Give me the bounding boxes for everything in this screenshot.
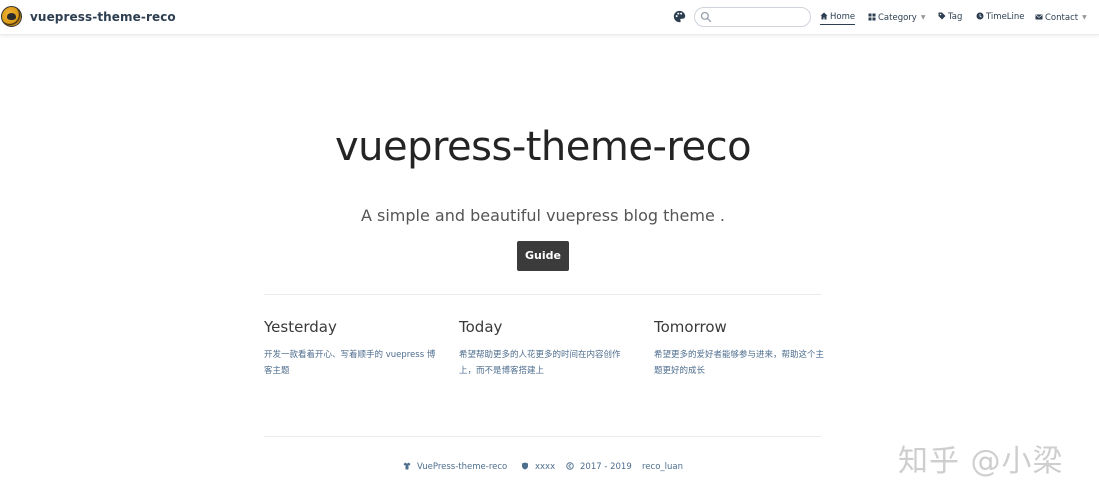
tag-icon — [938, 12, 946, 20]
footer-icp-link[interactable]: xxxx — [521, 461, 555, 473]
nav-contact-label: Contact — [1045, 13, 1079, 23]
nav-home[interactable]: Home — [820, 12, 856, 25]
nav-contact[interactable]: Contact ▼ — [1035, 12, 1087, 24]
nav-timeline[interactable]: TimeLine — [976, 12, 1025, 23]
search-icon — [700, 11, 712, 23]
theme-icon — [403, 462, 411, 470]
divider — [264, 436, 821, 437]
hero-description: A simple and beautiful vuepress blog the… — [360, 206, 725, 225]
feature-details: 开发一款看着开心、写着顺手的 vuepress 博客主题 — [264, 350, 436, 376]
category-icon — [868, 13, 876, 21]
logo-avatar[interactable] — [1, 6, 22, 27]
timeline-icon — [976, 12, 984, 20]
chevron-down-icon: ▼ — [920, 14, 926, 21]
feature-details: 希望帮助更多的人花更多的时间在内容创作上，而不是博客搭建上 — [459, 350, 621, 376]
footer-theme-label: VuePress-theme-reco — [417, 462, 508, 472]
hero-title: vuepress-theme-reco — [334, 124, 752, 170]
shield-icon — [522, 462, 528, 470]
footer-author[interactable]: reco_luan — [642, 461, 683, 473]
nav-category[interactable]: Category ▼ — [868, 12, 925, 24]
feature-title: Tomorrow — [654, 318, 727, 336]
feature-title: Yesterday — [264, 318, 337, 336]
feature-title: Today — [459, 318, 503, 336]
nav-home-label: Home — [830, 12, 856, 22]
watermark: 知乎 @小梁 — [898, 444, 1064, 479]
home-icon — [820, 12, 828, 20]
nav-category-label: Category — [878, 13, 917, 23]
contact-icon — [1035, 14, 1043, 20]
divider — [264, 294, 821, 295]
feature-yesterday: Yesterday 开发一款看着开心、写着顺手的 vuepress 博客主题 — [264, 318, 439, 379]
nav-timeline-label: TimeLine — [986, 12, 1025, 22]
feature-details: 希望更多的爱好者能够参与进来，帮助这个主题更好的成长 — [654, 350, 825, 376]
nav-tag-label: Tag — [948, 12, 963, 22]
chevron-down-icon: ▼ — [1082, 14, 1087, 21]
copyright-icon — [566, 462, 574, 470]
search-input[interactable] — [715, 9, 805, 25]
footer-theme-link[interactable]: VuePress-theme-reco — [403, 461, 507, 473]
footer-years: 2017 - 2019 — [580, 462, 632, 472]
search-box[interactable] — [694, 7, 811, 27]
footer-copyright: 2017 - 2019 — [566, 461, 632, 473]
nav-tag[interactable]: Tag — [938, 12, 962, 23]
site-name[interactable]: vuepress-theme-reco — [30, 10, 176, 24]
footer-icp-label: xxxx — [535, 462, 556, 472]
feature-tomorrow: Tomorrow 希望更多的爱好者能够参与进来，帮助这个主题更好的成长 — [654, 318, 829, 379]
guide-button[interactable]: Guide — [517, 241, 569, 271]
navbar: vuepress-theme-reco Home Category ▼ Tag T… — [0, 0, 1099, 35]
palette-icon[interactable] — [673, 10, 686, 23]
feature-today: Today 希望帮助更多的人花更多的时间在内容创作上，而不是博客搭建上 — [459, 318, 634, 379]
